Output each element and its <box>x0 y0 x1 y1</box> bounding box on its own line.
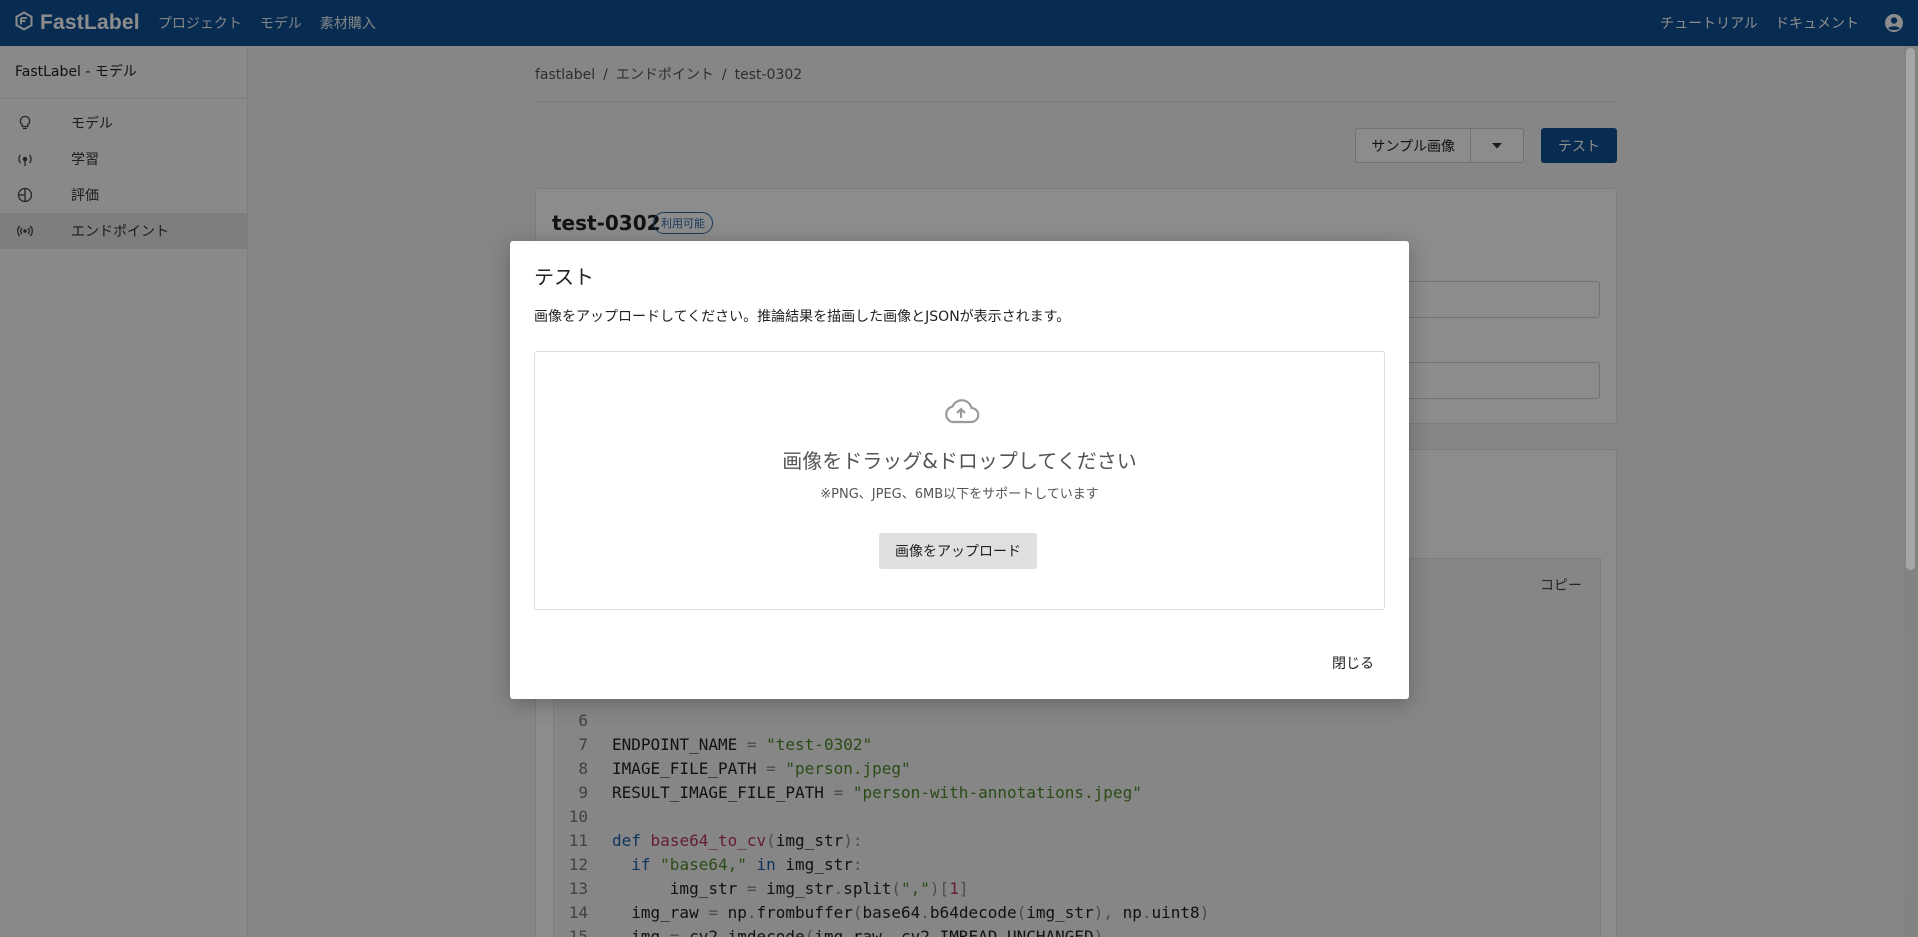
cloud-upload-icon <box>942 396 980 426</box>
image-dropzone[interactable]: 画像をドラッグ&ドロップしてください ※PNG、JPEG、6MB以下をサポートし… <box>534 351 1385 610</box>
test-dialog: テスト 画像をアップロードしてください。推論結果を描画した画像とJSONが表示さ… <box>510 241 1409 699</box>
dropzone-title: 画像をドラッグ&ドロップしてください <box>782 449 1137 473</box>
upload-image-button[interactable]: 画像をアップロード <box>879 533 1037 569</box>
close-button[interactable]: 閉じる <box>1332 653 1374 673</box>
scrollbar-thumb[interactable] <box>1906 48 1915 570</box>
dialog-description: 画像をアップロードしてください。推論結果を描画した画像とJSONが表示されます。 <box>534 309 1071 325</box>
dropzone-note: ※PNG、JPEG、6MB以下をサポートしています <box>820 487 1099 502</box>
dialog-title: テスト <box>534 265 594 289</box>
